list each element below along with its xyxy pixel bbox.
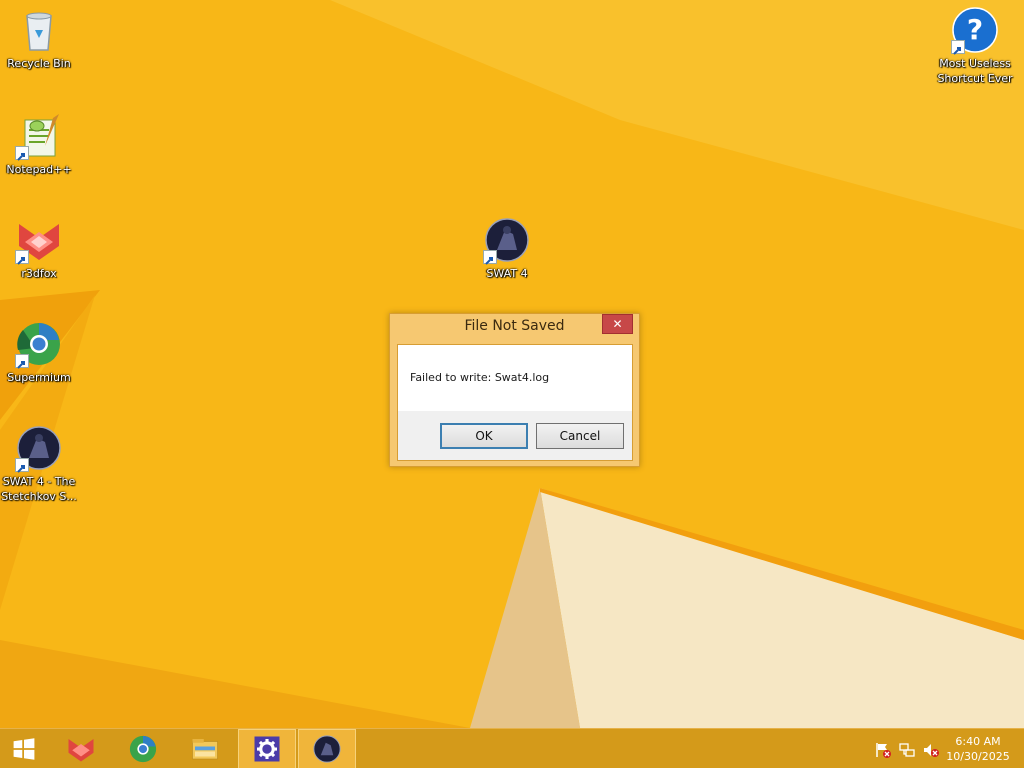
- dialog-message: Failed to write: Swat4.log: [410, 371, 550, 384]
- clock-time: 6:40 AM: [955, 735, 1001, 748]
- desktop-icon-label: r3dfox: [21, 267, 57, 280]
- taskbar-file-explorer[interactable]: [176, 729, 234, 768]
- desktop-icon-most-useless-shortcut[interactable]: ? Most Useless Shortcut Ever: [937, 6, 1013, 86]
- svg-text:?: ?: [967, 13, 983, 46]
- network-icon[interactable]: [898, 741, 916, 759]
- taskbar-supermium[interactable]: [114, 729, 172, 768]
- shortcut-arrow-icon: [15, 458, 29, 473]
- help-question-icon: ?: [951, 6, 999, 55]
- desktop-icon-label: Recycle Bin: [7, 57, 71, 70]
- swat4-icon: [313, 735, 341, 763]
- taskbar: 6:40 AM 10/30/2025: [0, 728, 1024, 768]
- supermium-icon: [15, 320, 63, 369]
- taskbar-clock[interactable]: 6:40 AM 10/30/2025: [942, 734, 1014, 764]
- start-button[interactable]: [0, 729, 48, 768]
- dialog-message-area: Failed to write: Swat4.log: [398, 345, 632, 411]
- taskbar-settings[interactable]: [238, 729, 296, 768]
- notepadpp-icon: [15, 112, 63, 161]
- ok-button[interactable]: OK: [440, 423, 528, 449]
- dialog-body: Failed to write: Swat4.log OK Cancel: [397, 344, 633, 461]
- taskbar-swat4[interactable]: [298, 729, 356, 768]
- taskbar-r3dfox[interactable]: [52, 729, 110, 768]
- cancel-button[interactable]: Cancel: [536, 423, 624, 449]
- windows-start-icon: [13, 738, 35, 760]
- supermium-icon: [129, 735, 157, 763]
- desktop-icon-supermium[interactable]: Supermium: [1, 320, 77, 385]
- shortcut-arrow-icon: [15, 146, 29, 161]
- close-icon: ✕: [612, 317, 623, 331]
- dialog-close-button[interactable]: ✕: [602, 314, 633, 334]
- recycle-bin-icon: [15, 6, 63, 54]
- swat4-icon: [15, 424, 63, 473]
- desktop-icon-label: SWAT 4 - The Stetchkov S...: [1, 475, 77, 503]
- shortcut-arrow-icon: [15, 354, 29, 369]
- settings-gear-icon: [254, 736, 280, 762]
- desktop-icon-recycle-bin[interactable]: Recycle Bin: [1, 6, 77, 71]
- desktop-icon-label: Supermium: [7, 371, 71, 384]
- r3dfox-icon: [15, 216, 63, 265]
- desktop-icon-label: Notepad++: [6, 163, 72, 176]
- shortcut-arrow-icon: [951, 40, 965, 55]
- shortcut-arrow-icon: [15, 250, 29, 265]
- r3dfox-icon: [68, 739, 94, 762]
- desktop-icon-swat4-stetchkov[interactable]: SWAT 4 - The Stetchkov S...: [1, 424, 77, 504]
- desktop-icon-label: Most Useless Shortcut Ever: [937, 57, 1013, 85]
- desktop-icon-r3dfox[interactable]: r3dfox: [1, 216, 77, 281]
- clock-date: 10/30/2025: [946, 750, 1010, 763]
- shortcut-arrow-icon: [483, 250, 497, 265]
- desktop-icon-notepadpp[interactable]: Notepad++: [1, 112, 77, 177]
- file-explorer-icon: [192, 739, 218, 760]
- desktop-icon-swat4[interactable]: SWAT 4: [469, 216, 545, 281]
- action-center-flag-icon[interactable]: [874, 741, 892, 759]
- file-not-saved-dialog: File Not Saved ✕ Failed to write: Swat4.…: [389, 313, 640, 467]
- desktop-icon-label: SWAT 4: [486, 267, 528, 280]
- swat4-icon: [483, 216, 531, 265]
- volume-muted-icon[interactable]: [922, 741, 940, 759]
